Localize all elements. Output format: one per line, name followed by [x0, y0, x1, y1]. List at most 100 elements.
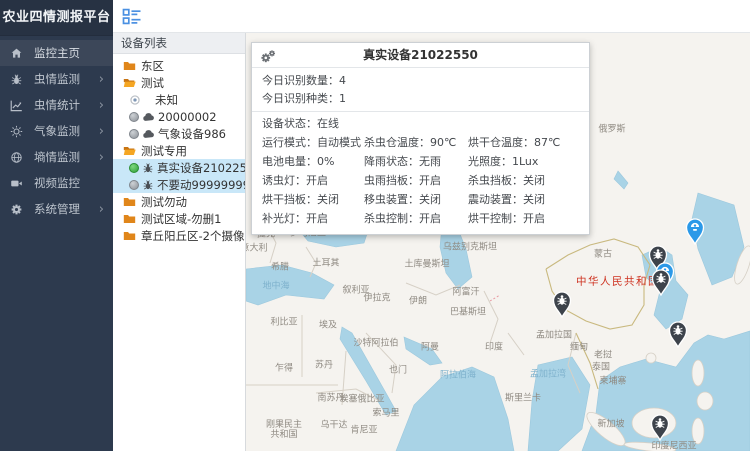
gear-icon	[9, 202, 24, 217]
tree-item-label: 测试	[141, 75, 164, 91]
layout-list-icon[interactable]	[122, 8, 142, 25]
tree-item-label: 测试勿动	[141, 194, 187, 210]
sidebar-item-bug[interactable]: 虫情监测›	[0, 66, 113, 92]
globe-icon	[9, 150, 24, 165]
status-dot-gray	[129, 129, 139, 139]
map-label: 阿曼	[421, 340, 439, 353]
map-label: 利比亚	[270, 315, 297, 328]
popup-detail-cell: 烘干控制：开启	[468, 209, 579, 228]
map-label: 乌干达	[320, 418, 347, 431]
map-label: 埃塞俄比亚	[339, 392, 384, 405]
map-label: 土库曼斯坦	[404, 257, 449, 270]
map-label: 乍得	[275, 361, 293, 374]
sidebar-menu: 监控主页虫情监测›虫情统计›气象监测›墒情监测›视频监控系统管理›	[0, 36, 113, 222]
folder-closed-icon	[123, 230, 136, 241]
tree-item-label: 气象设备986	[158, 126, 226, 142]
folder-closed-icon	[123, 213, 136, 224]
sidebar-item-label: 监控主页	[34, 45, 106, 61]
tree-item-label: 不要动99999999	[157, 177, 245, 193]
map-marker-insect[interactable]	[551, 290, 573, 318]
map-label: 泰国	[592, 360, 610, 373]
map-label: 索马里	[372, 406, 399, 419]
sidebar-item-label: 视频监控	[34, 175, 106, 191]
chart-icon	[9, 98, 24, 113]
tree-folder-item[interactable]: 测试专用	[113, 142, 245, 159]
tree-item-label: 测试专用	[141, 143, 187, 159]
device-tree: 东区测试未知20000002气象设备986测试专用真实设备21022550不要动…	[113, 54, 245, 244]
video-icon	[9, 176, 24, 191]
sidebar-item-weather[interactable]: 气象监测›	[0, 118, 113, 144]
map-marker-insect[interactable]	[650, 268, 672, 296]
popup-detail-cell: 杀虫挡板：关闭	[468, 171, 579, 190]
popup-header: 真实设备21022550	[252, 43, 589, 68]
folder-open-icon	[123, 77, 136, 88]
map-label: 伊朗	[409, 294, 427, 307]
popup-detail-cell: 杀虫仓温度：90℃	[364, 133, 468, 152]
sidebar-item-label: 墒情监测	[34, 149, 99, 165]
home-icon	[9, 46, 24, 61]
tree-device-item[interactable]: 不要动99999999	[113, 176, 245, 193]
tree-device-item[interactable]: 20000002	[113, 108, 245, 125]
cloud-device-icon	[142, 112, 155, 122]
device-list-title: 设备列表	[113, 33, 245, 54]
chevron-right-icon: ›	[99, 99, 106, 112]
chevron-right-icon: ›	[99, 73, 106, 86]
tree-folder-item[interactable]: 东区	[113, 57, 245, 74]
tree-device-item[interactable]: 真实设备21022550	[113, 159, 245, 176]
popup-detail-cell: 烘干挡板：关闭	[262, 190, 364, 209]
cogs-icon[interactable]	[260, 48, 276, 63]
weather-icon	[9, 124, 24, 139]
map-marker-insect[interactable]	[649, 413, 671, 441]
device-status-line: 设备状态：在线	[262, 115, 579, 133]
map-label: 孟加拉湾	[530, 367, 566, 380]
sidebar-item-chart[interactable]: 虫情统计›	[0, 92, 113, 118]
bug-icon	[9, 72, 24, 87]
tree-folder-item[interactable]: 测试勿动	[113, 193, 245, 210]
tree-device-item[interactable]: 气象设备986	[113, 125, 245, 142]
sidebar-item-gear[interactable]: 系统管理›	[0, 196, 113, 222]
sidebar-item-video[interactable]: 视频监控	[0, 170, 113, 196]
sidebar-item-globe[interactable]: 墒情监测›	[0, 144, 113, 170]
device-info-popup: 真实设备21022550 今日识别数量：4今日识别种类：1 设备状态：在线 运行…	[251, 42, 590, 235]
popup-summary-row: 今日识别种类：1	[262, 90, 579, 108]
folder-closed-icon	[123, 60, 136, 71]
tree-device-item[interactable]: 未知	[113, 91, 245, 108]
map-label: 埃及	[319, 318, 337, 331]
map-marker-insect[interactable]	[667, 320, 689, 348]
popup-detail-grid: 运行模式：自动模式杀虫仓温度：90℃烘干仓温度：87℃电池电量：0%降雨状态：无…	[262, 133, 579, 228]
map-label: 孟加拉国	[536, 328, 572, 341]
sidebar-item-home[interactable]: 监控主页	[0, 40, 113, 66]
map-label: 苏丹	[315, 358, 333, 371]
map-label: 希腊	[271, 260, 289, 273]
popup-detail-cell: 杀虫控制：开启	[364, 209, 468, 228]
sidebar-item-label: 气象监测	[34, 123, 99, 139]
sidebar-item-label: 虫情统计	[34, 97, 99, 113]
popup-detail-cell: 降雨状态：无雨	[364, 152, 468, 171]
topbar	[113, 0, 750, 33]
unknown-device-icon	[129, 94, 141, 106]
map-label: 伊拉克	[363, 291, 390, 304]
folder-open-icon	[123, 145, 136, 156]
bug-device-icon	[142, 179, 154, 191]
tree-folder-item[interactable]: 章丘阳丘区-2个摄像头	[113, 227, 245, 244]
map-label: 巴基斯坦	[450, 305, 486, 318]
map-marker-camera[interactable]	[684, 217, 706, 245]
tree-folder-item[interactable]: 测试	[113, 74, 245, 91]
map-label-china: 中华人民共和国	[576, 274, 660, 289]
map-label: 刚果民主共和国	[262, 421, 306, 441]
map-label: 沙特阿拉伯	[353, 336, 398, 349]
device-list-panel: 设备列表 东区测试未知20000002气象设备986测试专用真实设备210225…	[113, 33, 246, 451]
chevron-right-icon: ›	[99, 203, 106, 216]
tree-folder-item[interactable]: 测试区域-勿删1	[113, 210, 245, 227]
popup-title: 真实设备21022550	[363, 48, 478, 62]
sidebar-item-label: 虫情监测	[34, 71, 99, 87]
chevron-right-icon: ›	[99, 151, 106, 164]
map-label: 柬埔寨	[599, 374, 626, 387]
tree-item-label: 测试区域-勿删1	[141, 211, 221, 227]
map-label: 新加坡	[597, 417, 624, 430]
bug-device-icon	[142, 162, 154, 174]
status-dot-gray	[129, 112, 139, 122]
popup-detail-cell: 震动装置：关闭	[468, 190, 579, 209]
status-dot-gray	[129, 180, 139, 190]
popup-detail-cell: 补光灯：开启	[262, 209, 364, 228]
